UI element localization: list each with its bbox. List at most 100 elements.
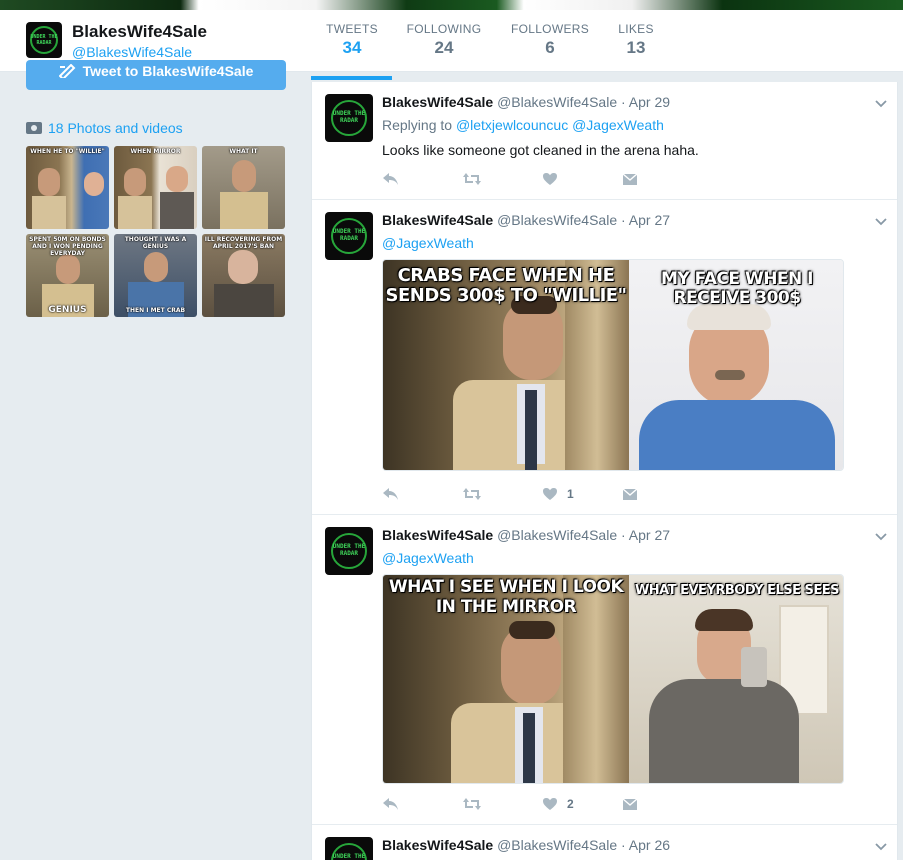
photo-thumbnail[interactable]: WHAT IT [202, 146, 285, 229]
direct-message-button[interactable] [622, 485, 638, 503]
retweet-button[interactable] [462, 795, 482, 813]
tweet-avatar[interactable]: UNDER THE RADAR [325, 212, 373, 260]
photos-videos-link[interactable]: 18 Photos and videos [26, 120, 183, 136]
photo-thumbnail[interactable]: SPENT 50M ON BONDS AND I WON PENDING EVE… [26, 234, 109, 317]
tweet-header: BlakesWife4Sale @BlakesWife4Sale · Apr 2… [382, 212, 671, 228]
reply-button[interactable] [382, 795, 400, 813]
tweet-author-name[interactable]: BlakesWife4Sale [382, 94, 493, 110]
tweet-author-handle[interactable]: @BlakesWife4Sale [497, 837, 617, 853]
photo-thumbnail[interactable]: WHEN MIRROR [114, 146, 197, 229]
profile-name[interactable]: BlakesWife4Sale [72, 22, 207, 42]
tweet[interactable]: UNDER THE RADAR BlakesWife4Sale @BlakesW… [312, 515, 897, 825]
tweet-author-handle[interactable]: @BlakesWife4Sale [497, 94, 617, 110]
camera-icon [26, 122, 42, 134]
stat-followers-value: 6 [545, 38, 555, 57]
reply-icon [383, 173, 398, 185]
stat-likes[interactable]: LIKES 13 [617, 22, 655, 58]
profile-avatar[interactable]: UNDER THE RADAR [26, 22, 62, 58]
thumbnail-caption: GENIUS [48, 305, 87, 315]
tweet-author-handle[interactable]: @BlakesWife4Sale [497, 527, 617, 543]
like-button[interactable] [542, 170, 558, 188]
retweet-button[interactable] [462, 170, 482, 188]
thumbnail-caption: WHEN MIRROR [130, 148, 181, 155]
tweet-header: BlakesWife4Sale @BlakesWife4Sale · Apr 2… [382, 94, 671, 110]
tweet-avatar[interactable]: UNDER THE RADAR [325, 527, 373, 575]
replying-to-label: Replying to [382, 117, 453, 133]
chevron-down-icon[interactable] [875, 529, 887, 541]
thumbnail-caption: SPENT 50M ON BONDS AND I WON PENDING EVE… [29, 236, 106, 257]
tweet-header: BlakesWife4Sale @BlakesWife4Sale · Apr 2… [382, 837, 671, 853]
tweet-date[interactable]: Apr 29 [629, 94, 670, 110]
heart-icon [543, 488, 557, 500]
stat-likes-label: LIKES [618, 22, 654, 36]
chevron-down-icon[interactable] [875, 214, 887, 226]
like-button[interactable]: 2 [542, 795, 574, 813]
stat-following[interactable]: FOLLOWING 24 [406, 22, 482, 58]
tweet[interactable]: UNDER THE RADAR BlakesWife4Sale @BlakesW… [312, 200, 897, 515]
thumbnail-caption: ILL RECOVERING FROM APRIL 2017'S BAN [204, 236, 283, 250]
active-tab-indicator [311, 76, 392, 80]
direct-message-button[interactable] [622, 795, 638, 813]
tweet[interactable]: UNDER THE RADAR BlakesWife4Sale @BlakesW… [312, 82, 897, 200]
tweet-actions: 1 [382, 485, 682, 505]
tweet-text: @JagexWeath [382, 550, 474, 566]
chevron-down-icon[interactable] [875, 839, 887, 851]
reply-icon [383, 798, 398, 810]
tweet-author-name[interactable]: BlakesWife4Sale [382, 212, 493, 228]
tweet-date[interactable]: Apr 27 [629, 212, 670, 228]
meme-right-panel: WHAT EVEYRBODY ELSE SEES [629, 575, 843, 783]
tweet[interactable]: UNDER THE RADAR BlakesWife4Sale @BlakesW… [312, 825, 897, 860]
stat-followers-label: FOLLOWERS [510, 22, 590, 36]
reply-button[interactable] [382, 170, 400, 188]
mention-link[interactable]: @JagexWeath [572, 117, 664, 133]
like-button[interactable]: 1 [542, 485, 574, 503]
tweet-image[interactable]: CRABS FACE WHEN HE SENDS 300$ TO "WILLIE… [382, 259, 844, 471]
tweet-header: BlakesWife4Sale @BlakesWife4Sale · Apr 2… [382, 527, 671, 543]
thumbnail-caption: THEN I MET CRAB [125, 307, 186, 314]
reply-button[interactable] [382, 485, 400, 503]
tweet-author-name[interactable]: BlakesWife4Sale [382, 527, 493, 543]
stat-tweets-value: 34 [342, 38, 362, 57]
tweet-image[interactable]: WHAT I SEE WHEN I LOOK IN THE MIRROR WHA… [382, 574, 844, 784]
timeline: UNDER THE RADAR BlakesWife4Sale @BlakesW… [311, 82, 898, 860]
tweet-actions [382, 170, 682, 190]
meme-caption: CRABS FACE WHEN HE SENDS 300$ TO "WILLIE… [385, 265, 627, 306]
tweet-text: @JagexWeath [382, 235, 474, 251]
tweet-date[interactable]: Apr 26 [629, 837, 670, 853]
avatar-label: UNDER THE RADAR [332, 853, 366, 860]
tweet-avatar[interactable]: UNDER THE RADAR [325, 94, 373, 142]
tweet-author-handle[interactable]: @BlakesWife4Sale [497, 212, 617, 228]
profile-handle[interactable]: @BlakesWife4Sale [72, 44, 192, 60]
thumbnail-caption: WHAT IT [229, 148, 258, 155]
replying-to: Replying to @letxjewlcouncuc @JagexWeath [382, 117, 664, 133]
tweet-avatar[interactable]: UNDER THE RADAR [325, 837, 373, 860]
tweet-actions: 2 [382, 795, 682, 815]
stat-tweets[interactable]: TWEETS 34 [326, 22, 378, 58]
photo-grid: WHEN HE TO "WILLIE" WHEN MIRROR WHAT IT … [26, 146, 286, 317]
photo-thumbnail[interactable]: WHEN HE TO "WILLIE" [26, 146, 109, 229]
envelope-icon [622, 488, 638, 500]
stat-tweets-label: TWEETS [326, 22, 378, 36]
tweet-author-name[interactable]: BlakesWife4Sale [382, 837, 493, 853]
tweet-to-button[interactable]: Tweet to BlakesWife4Sale [26, 60, 286, 90]
mention-link[interactable]: @JagexWeath [382, 550, 474, 566]
avatar-label: UNDER THE RADAR [332, 543, 366, 557]
direct-message-button[interactable] [622, 170, 638, 188]
photo-thumbnail[interactable]: THOUGHT I WAS A GENIUS THEN I MET CRAB [114, 234, 197, 317]
heart-icon [543, 173, 557, 185]
tweet-text: Looks like someone got cleaned in the ar… [382, 142, 699, 158]
stat-followers[interactable]: FOLLOWERS 6 [510, 22, 590, 58]
avatar-label: UNDER THE RADAR [332, 110, 366, 124]
chevron-down-icon[interactable] [875, 96, 887, 108]
mention-link[interactable]: @JagexWeath [382, 235, 474, 251]
stat-likes-value: 13 [626, 38, 646, 57]
photo-thumbnail[interactable]: ILL RECOVERING FROM APRIL 2017'S BAN [202, 234, 285, 317]
retweet-button[interactable] [462, 485, 482, 503]
mention-link[interactable]: @letxjewlcouncuc [456, 117, 568, 133]
reply-icon [383, 488, 398, 500]
meme-caption: WHAT I SEE WHEN I LOOK IN THE MIRROR [388, 577, 624, 617]
like-count: 2 [567, 797, 574, 811]
meme-caption: WHAT EVEYRBODY ELSE SEES [634, 583, 840, 598]
meme-left-panel: CRABS FACE WHEN HE SENDS 300$ TO "WILLIE… [383, 260, 629, 470]
tweet-date[interactable]: Apr 27 [629, 527, 670, 543]
